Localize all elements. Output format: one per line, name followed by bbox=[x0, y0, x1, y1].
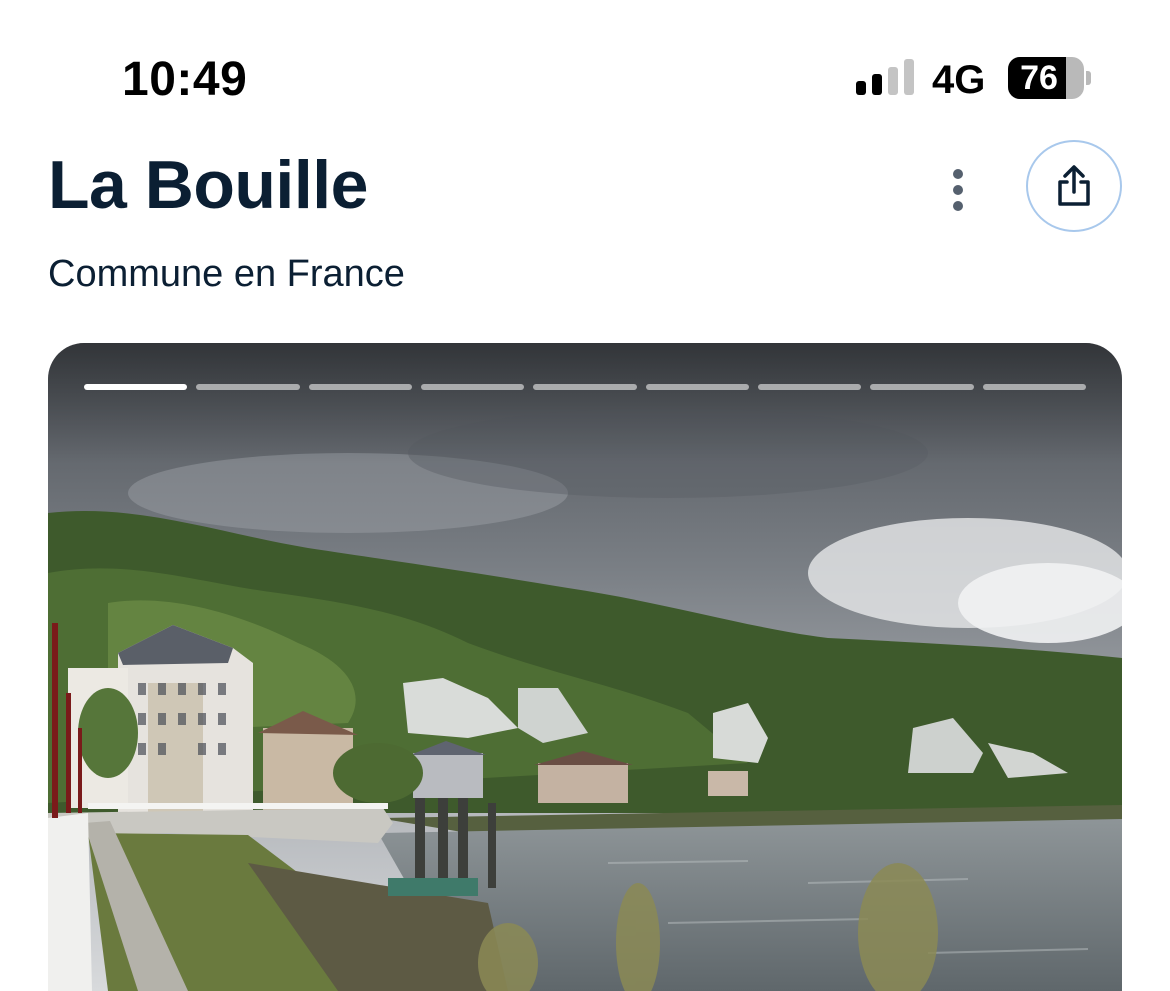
gallery-progress-segment bbox=[645, 384, 749, 390]
landscape-photo bbox=[48, 343, 1122, 991]
battery-level: 76 bbox=[1020, 59, 1058, 97]
gallery-progress-segment bbox=[308, 384, 412, 390]
gallery-progress bbox=[84, 384, 1086, 390]
gallery-progress-segment bbox=[196, 384, 300, 390]
signal-bar bbox=[856, 81, 866, 95]
cellular-signal-icon bbox=[856, 59, 914, 95]
network-type: 4G bbox=[932, 58, 986, 102]
signal-bar bbox=[872, 74, 882, 95]
signal-bar bbox=[904, 59, 914, 95]
share-icon bbox=[1058, 165, 1090, 206]
more-vertical-icon-dot bbox=[953, 201, 963, 211]
share-button[interactable] bbox=[1026, 140, 1122, 232]
more-options-button[interactable] bbox=[932, 160, 984, 220]
more-vertical-icon-dot bbox=[953, 169, 963, 179]
signal-bar bbox=[888, 67, 898, 95]
page-subtitle: Commune en France bbox=[48, 253, 405, 295]
gallery-progress-segment bbox=[982, 384, 1086, 390]
status-time: 10:49 bbox=[122, 53, 248, 106]
photo-carousel[interactable] bbox=[48, 343, 1122, 991]
battery-icon: 76 bbox=[1008, 57, 1084, 99]
gallery-progress-segment bbox=[84, 384, 188, 390]
gallery-progress-segment bbox=[870, 384, 974, 390]
gallery-progress-segment bbox=[420, 384, 525, 390]
more-vertical-icon-dot bbox=[953, 185, 963, 195]
gallery-progress-segment bbox=[757, 384, 862, 390]
battery-cap bbox=[1086, 71, 1091, 85]
page-title: La Bouille bbox=[48, 147, 368, 223]
status-bar: 10:49 4G 76 bbox=[0, 0, 1170, 140]
gallery-progress-segment bbox=[533, 384, 637, 390]
